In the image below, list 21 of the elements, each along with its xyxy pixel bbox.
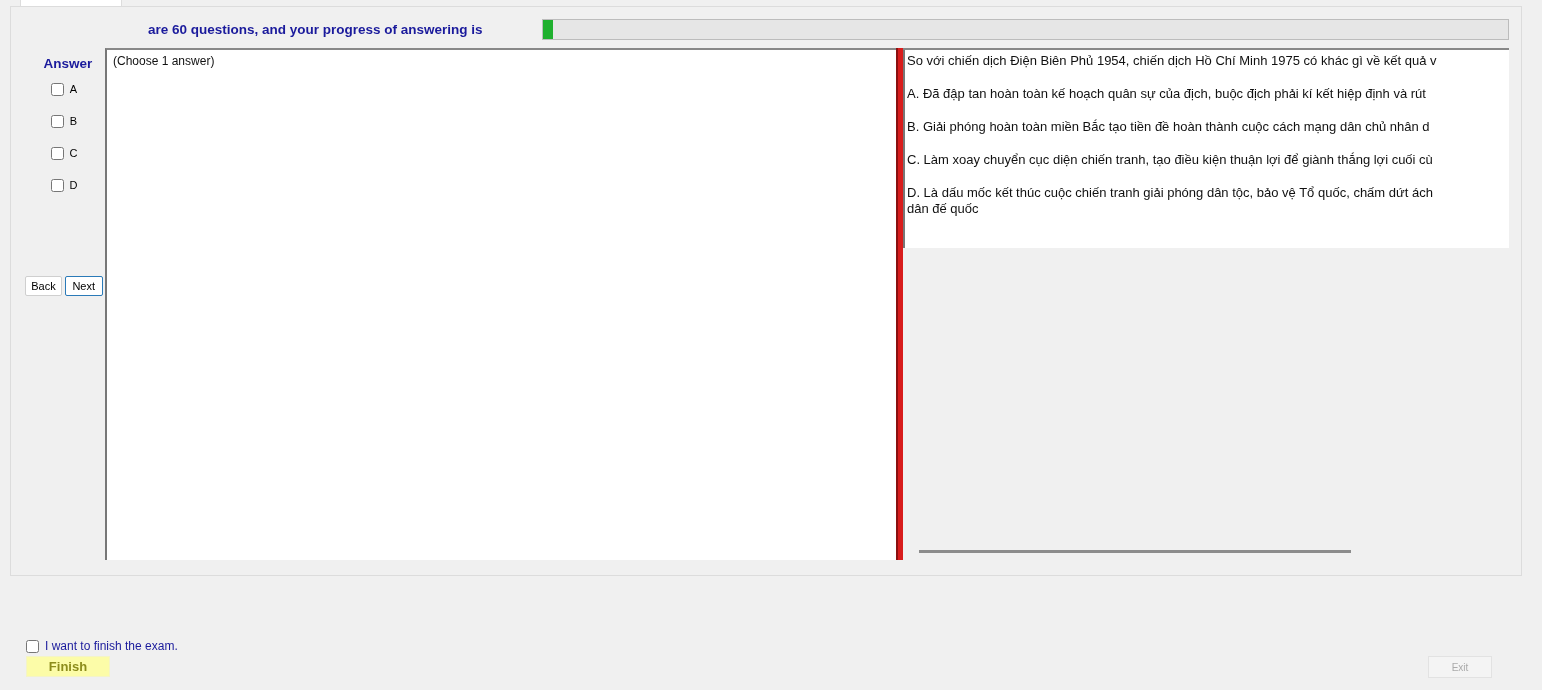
nav-button[interactable]: Next xyxy=(64,276,103,296)
answer-checkbox[interactable] xyxy=(50,146,64,160)
answer-checkbox[interactable] xyxy=(50,178,64,192)
option-label: A xyxy=(69,83,78,95)
nav-button[interactable]: Back xyxy=(25,276,62,296)
instruction-text: (Choose 1 answer) xyxy=(113,54,215,68)
option-label: B xyxy=(69,115,78,127)
option-text: B. Giải phóng hoàn toàn miền Bắc tạo tiền đề hoàn thành cuộc cách mạng dân chủ nhân d xyxy=(907,119,1431,135)
question-text: So với chiến dịch Điện Biên Phủ 1954, chiến dịch Hồ Chí Minh 1975 có khác gì về kết quả v xyxy=(907,53,1438,69)
option-label: C xyxy=(69,147,78,159)
option-label: D xyxy=(69,179,78,191)
answer-checkbox[interactable] xyxy=(50,82,64,96)
option-text: D. Là dấu mốc kết thúc cuộc chiến tranh giải phóng dân tộc, bảo vệ Tổ quốc, chấm dứt ách dân đế quốc xyxy=(907,185,1434,217)
answer-checkbox[interactable] xyxy=(50,114,64,128)
option-text: A. Đã đập tan hoàn toàn kế hoạch quân sự của địch, buộc địch phải kí kết hiệp định và rút xyxy=(907,86,1427,102)
answer-title: Answer xyxy=(43,56,93,71)
finish-checkbox[interactable] xyxy=(26,639,39,653)
finish-confirm-label: I want to finish the exam. xyxy=(45,639,178,653)
scrollbar[interactable] xyxy=(919,550,1351,553)
option-text: C. Làm xoay chuyển cục diện chiến tranh, tạo điều kiện thuận lợi để giành thắng lợi cuối cù xyxy=(907,152,1434,168)
progress-label: are 60 questions, and your progress of answering is xyxy=(148,22,484,37)
